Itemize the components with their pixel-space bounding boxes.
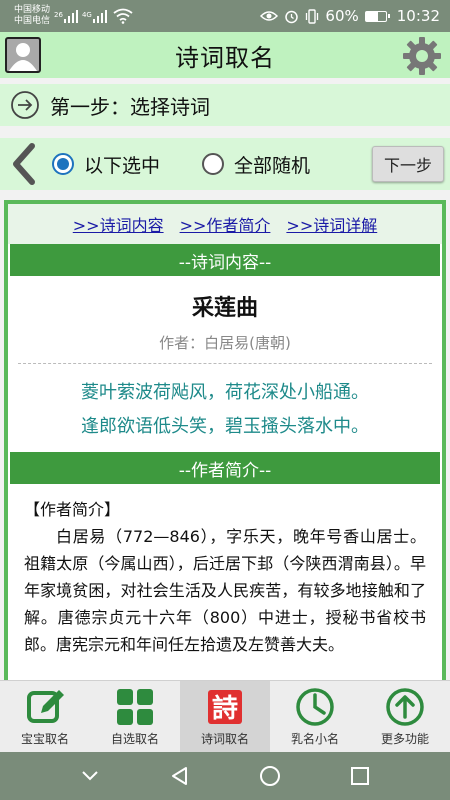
poem-icon-glyph: 詩 [212, 694, 238, 724]
radio-dot [57, 158, 69, 170]
author-bio-text: 白居易（772—846），字乐天，晚年号香山居士。祖籍太原（今属山西），后迁居下… [24, 527, 426, 654]
poem-line: 菱叶萦波荷飐风，荷花深处小船通。 [81, 382, 369, 403]
system-nav-bar [0, 752, 450, 800]
arrow-up-icon [386, 688, 424, 726]
status-bar: 中国移动 中国电信 26 4G 60% 10:32 [0, 0, 450, 32]
radio-label-random: 全部随机 [234, 154, 311, 177]
link-poem-content[interactable]: >>诗词内容 [73, 212, 164, 236]
chevron-down-icon [82, 771, 98, 781]
author-bio-heading: 【作者简介】 [24, 500, 121, 519]
section-header-poem: --诗词内容-- [10, 244, 440, 276]
circle-home-icon [260, 766, 280, 786]
clock-time: 10:32 [396, 7, 440, 25]
battery-percent: 60% [325, 7, 359, 25]
clock-icon [296, 688, 334, 726]
nav-label: 宝宝取名 [20, 732, 69, 746]
nav-item-more[interactable]: 更多功能 [360, 681, 450, 752]
link-author-intro[interactable]: >>作者简介 [180, 212, 271, 236]
wifi-icon [113, 8, 133, 24]
radio-option-selected[interactable]: 以下选中 [52, 151, 160, 178]
vibrate-icon [306, 8, 319, 24]
system-home-button[interactable] [225, 752, 315, 800]
settings-gear-icon[interactable] [402, 36, 442, 76]
user-icon [9, 43, 37, 71]
arrow-right-circle-icon [11, 91, 39, 119]
link-poem-detail[interactable]: >>诗词详解 [286, 212, 377, 236]
radio-option-random[interactable]: 全部随机 [202, 151, 310, 178]
poem-icon: 詩 [208, 690, 242, 724]
grid-icon [117, 689, 153, 725]
nav-label: 乳名小名 [290, 732, 339, 746]
system-hide-button[interactable] [45, 752, 135, 800]
nav-label: 诗词取名 [200, 732, 249, 746]
triangle-back-icon [172, 767, 187, 785]
step-label: 第一步：选择诗词 [50, 94, 210, 119]
battery-icon [364, 10, 390, 22]
eye-icon [260, 11, 279, 21]
page-title: 诗词取名 [175, 43, 275, 72]
poem-author: 作者：白居易(唐朝) [159, 334, 291, 352]
step-bar: 第一步：选择诗词 [0, 84, 450, 126]
poem-title: 采莲曲 [191, 296, 258, 321]
content-links: >>诗词内容 >>作者简介 >>诗词详解 [8, 204, 442, 244]
radio-button-random[interactable] [202, 153, 225, 175]
bottom-nav: 宝宝取名 自选取名 詩 诗词取名 乳名小名 更多功能 [0, 680, 450, 752]
carrier-names: 中国移动 中国电信 [14, 5, 50, 27]
section-header-author: --作者简介-- [10, 452, 440, 484]
nav-item-baby-name[interactable]: 宝宝取名 [0, 681, 90, 752]
selection-bar: 以下选中 全部随机 下一步 [0, 138, 450, 190]
nav-label: 更多功能 [380, 732, 429, 746]
back-chevron-icon[interactable] [8, 142, 38, 186]
signal-1: 26 [54, 9, 78, 23]
alarm-icon [285, 10, 299, 23]
next-step-button[interactable]: 下一步 [372, 146, 444, 182]
radio-button-selected[interactable] [52, 153, 74, 175]
carrier-1: 中国移动 [14, 5, 51, 15]
system-back-button[interactable] [135, 752, 225, 800]
poem-line: 逢郎欲语低头笑，碧玉搔头落水中。 [81, 416, 369, 437]
system-recents-button[interactable] [315, 752, 405, 800]
signal-icon [63, 10, 78, 23]
radio-label-selected: 以下选中 [84, 154, 161, 177]
edit-icon [27, 690, 64, 723]
signal-1-tag: 26 [54, 11, 63, 19]
nav-item-nickname[interactable]: 乳名小名 [270, 681, 360, 752]
square-recents-icon [351, 767, 369, 785]
nav-item-custom-name[interactable]: 自选取名 [90, 681, 180, 752]
user-avatar-button[interactable] [5, 37, 41, 73]
content-panel[interactable]: >>诗词内容 >>作者简介 >>诗词详解 --诗词内容-- 采莲曲 作者：白居易… [4, 200, 446, 680]
signal-2-tag: 4G [81, 11, 92, 19]
battery-fill [365, 11, 378, 21]
author-bio: 【作者简介】 白居易（772—846），字乐天，晚年号香山居士。祖籍太原（今属山… [8, 484, 442, 670]
signal-2: 4G [82, 9, 107, 23]
nav-item-poem-name[interactable]: 詩 诗词取名 [180, 681, 270, 752]
signal-icon [92, 10, 107, 23]
nav-label: 自选取名 [110, 732, 159, 746]
app-header: 诗词取名 [0, 32, 450, 78]
carrier-2: 中国电信 [14, 16, 51, 26]
poem-lines: 菱叶萦波荷飐风，荷花深处小船通。 逢郎欲语低头笑，碧玉搔头落水中。 [8, 364, 442, 452]
